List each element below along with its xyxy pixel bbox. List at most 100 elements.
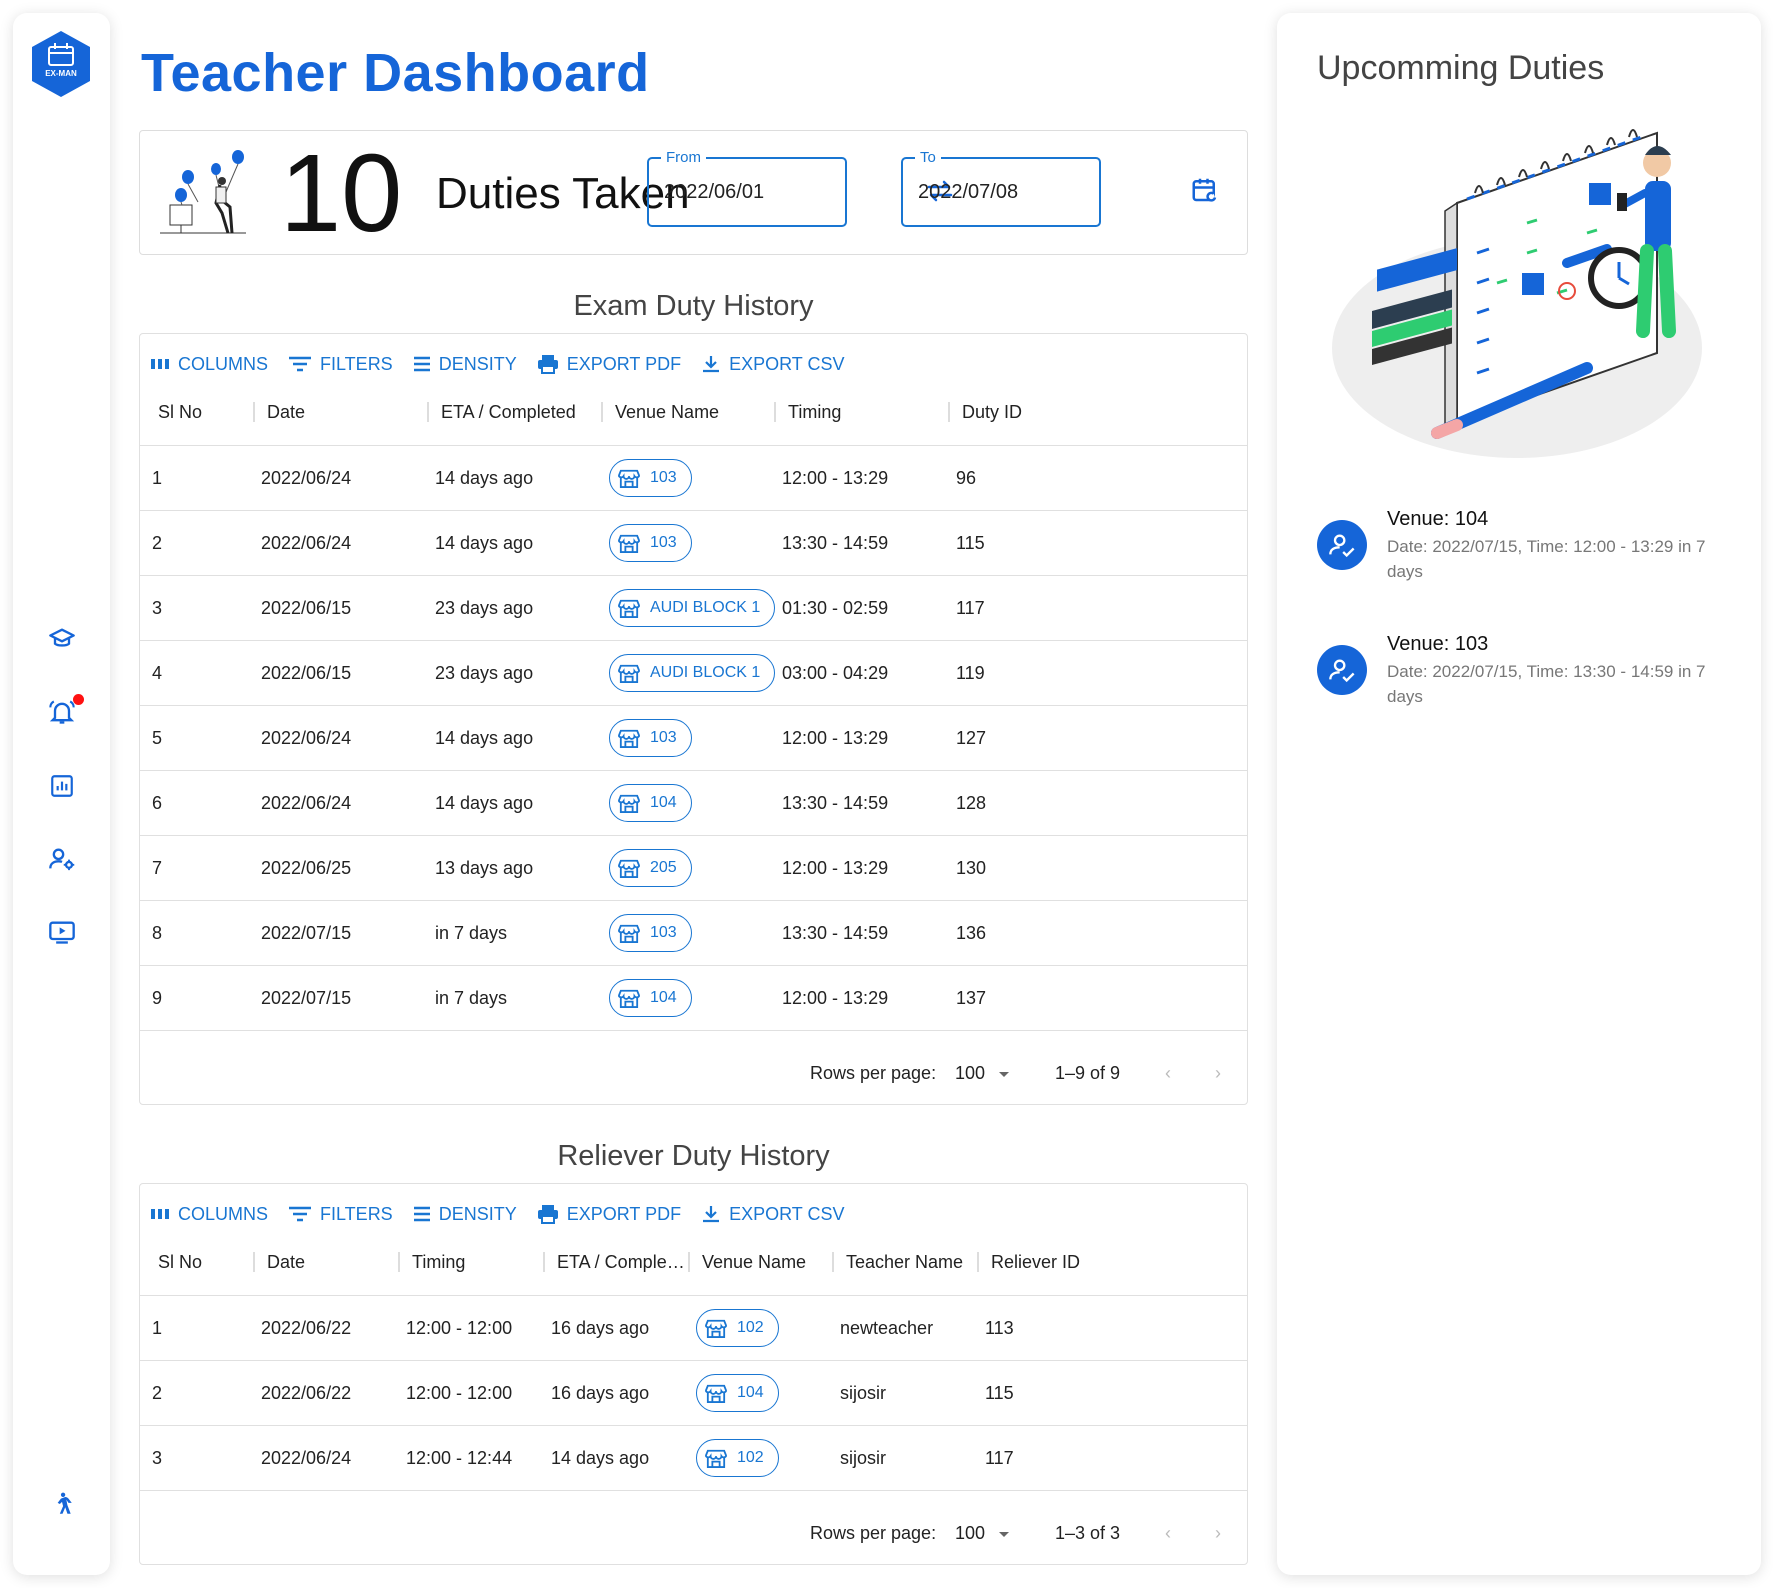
calendar-illustration — [1327, 103, 1707, 463]
column-header[interactable]: Venue Name — [702, 1252, 806, 1273]
column-header[interactable]: Teacher Name — [846, 1252, 963, 1273]
store-icon — [618, 859, 640, 878]
rows-per-page-select[interactable]: 100 — [955, 1063, 1010, 1084]
venue-chip[interactable]: 103 — [609, 719, 692, 757]
cell-eta: 14 days ago — [435, 468, 534, 488]
calendar-reset-icon[interactable] — [1190, 175, 1220, 205]
table-row[interactable]: 5 2022/06/24 14 days ago 103 12:00 - 13:29 12… — [140, 706, 1247, 771]
next-page-icon[interactable]: › — [1215, 1063, 1221, 1084]
video-play-icon[interactable] — [46, 916, 78, 948]
graduation-cap-icon[interactable] — [46, 623, 78, 655]
rows-per-page-select[interactable]: 100 — [955, 1523, 1010, 1544]
filters-button[interactable]: FILTERS — [288, 354, 393, 375]
density-button[interactable]: DENSITY — [413, 1204, 517, 1225]
venue-chip[interactable]: 103 — [609, 914, 692, 952]
column-separator[interactable] — [688, 1252, 690, 1272]
column-header[interactable]: Sl No — [158, 1252, 202, 1273]
cell-timing: 13:30 - 14:59 — [782, 923, 889, 943]
column-header[interactable]: Date — [267, 402, 305, 423]
cell-eta: 23 days ago — [435, 663, 534, 683]
density-button[interactable]: DENSITY — [413, 354, 517, 375]
table-row[interactable]: 9 2022/07/15 in 7 days 104 12:00 - 13:29 137 — [140, 966, 1247, 1031]
export-csv-button[interactable]: EXPORT CSV — [701, 354, 844, 375]
column-separator[interactable] — [543, 1252, 545, 1272]
columns-button[interactable]: COLUMNS — [150, 354, 268, 375]
to-value: 2022/07/08 — [918, 181, 1019, 203]
upcoming-duty-item[interactable]: Venue: 104 Date: 2022/07/15, Time: 12:00 … — [1317, 508, 1737, 588]
table-row[interactable]: 2 2022/06/24 14 days ago 103 13:30 - 14:59 11… — [140, 511, 1247, 576]
column-header[interactable]: Date — [267, 1252, 305, 1273]
export-pdf-button[interactable]: EXPORT PDF — [537, 354, 681, 375]
table-row[interactable]: 1 2022/06/22 12:00 - 12:00 16 days ago 102 ne… — [140, 1296, 1247, 1361]
venue-chip[interactable]: 103 — [609, 524, 692, 562]
grid-header-row: Sl No Date Timing ETA / Comple… Venue Name Te… — [140, 1232, 1247, 1296]
to-date-field[interactable]: To 2022/07/08 — [901, 149, 1101, 227]
export-pdf-button[interactable]: EXPORT PDF — [537, 1204, 681, 1225]
walking-person-icon[interactable] — [46, 1488, 78, 1520]
cell-eta: 14 days ago — [435, 533, 534, 553]
venue-chip[interactable]: 102 — [696, 1309, 779, 1347]
to-label: To — [915, 149, 941, 166]
venue-chip[interactable]: AUDI BLOCK 1 — [609, 654, 776, 692]
store-icon — [618, 924, 640, 943]
column-separator[interactable] — [398, 1252, 400, 1272]
prev-page-icon[interactable]: ‹ — [1165, 1063, 1171, 1084]
column-separator[interactable] — [774, 402, 776, 422]
column-header[interactable]: Timing — [788, 402, 841, 423]
venue-chip[interactable]: AUDI BLOCK 1 — [609, 589, 776, 627]
venue-chip[interactable]: 104 — [696, 1374, 779, 1412]
table-row[interactable]: 3 2022/06/15 23 days ago AUDI BLOCK 1 01:30 … — [140, 576, 1247, 641]
column-separator[interactable] — [832, 1252, 834, 1272]
cell-date: 2022/06/24 — [261, 468, 352, 488]
upcoming-venue: Venue: 103 — [1387, 633, 1489, 655]
column-header[interactable]: ETA / Comple… — [557, 1252, 685, 1273]
next-page-icon[interactable]: › — [1215, 1523, 1221, 1544]
ex-man-logo[interactable]: EX-MAN — [29, 29, 93, 99]
column-header[interactable]: Timing — [412, 1252, 465, 1273]
column-header[interactable]: Sl No — [158, 402, 202, 423]
table-row[interactable]: 4 2022/06/15 23 days ago AUDI BLOCK 1 03:00 … — [140, 641, 1247, 706]
store-icon — [618, 664, 640, 683]
upcoming-duty-item[interactable]: Venue: 103 Date: 2022/07/15, Time: 13:30 … — [1317, 633, 1737, 713]
table-row[interactable]: 1 2022/06/24 14 days ago 103 12:00 - 13:29 96 — [140, 446, 1247, 511]
export-csv-button[interactable]: EXPORT CSV — [701, 1204, 844, 1225]
venue-chip[interactable]: 102 — [696, 1439, 779, 1477]
notification-bell-icon[interactable] — [46, 694, 84, 728]
venue-chip[interactable]: 104 — [609, 979, 692, 1017]
table-row[interactable]: 2 2022/06/22 12:00 - 12:00 16 days ago 104 si… — [140, 1361, 1247, 1426]
duties-summary-card: 10 Duties Taken From 2022/06/01 To 2022/… — [139, 130, 1248, 255]
table-row[interactable]: 8 2022/07/15 in 7 days 103 13:30 - 14:59 136 — [140, 901, 1247, 966]
cell-eta: in 7 days — [435, 923, 508, 943]
prev-page-icon[interactable]: ‹ — [1165, 1523, 1171, 1544]
column-separator[interactable] — [253, 402, 255, 422]
from-date-field[interactable]: From 2022/06/01 — [647, 149, 847, 227]
column-header[interactable]: Venue Name — [615, 402, 719, 423]
column-separator[interactable] — [977, 1252, 979, 1272]
table-row[interactable]: 7 2022/06/25 13 days ago 205 12:00 - 13:29 13… — [140, 836, 1247, 901]
cell-eta: 14 days ago — [435, 793, 534, 813]
column-header[interactable]: Reliever ID — [991, 1252, 1080, 1273]
venue-chip[interactable]: 205 — [609, 849, 692, 887]
bar-chart-icon[interactable] — [46, 770, 78, 802]
cell-id: 117 — [956, 598, 985, 618]
venue-chip[interactable]: 103 — [609, 459, 692, 497]
venue-chip[interactable]: 104 — [609, 784, 692, 822]
column-separator[interactable] — [427, 402, 429, 422]
table-row[interactable]: 3 2022/06/24 12:00 - 12:44 14 days ago 102 si… — [140, 1426, 1247, 1491]
cell-sl: 3 — [152, 1448, 163, 1468]
store-icon — [618, 794, 640, 813]
column-separator[interactable] — [948, 402, 950, 422]
columns-button[interactable]: COLUMNS — [150, 1204, 268, 1225]
from-value: 2022/06/01 — [664, 181, 765, 203]
user-check-icon — [1317, 520, 1367, 570]
user-check-icon — [1317, 645, 1367, 695]
upcoming-duties-panel: Upcomming Duties Venue: 104 Date: 2022/0… — [1277, 13, 1761, 1575]
column-header[interactable]: Duty ID — [962, 402, 1022, 423]
column-separator[interactable] — [253, 1252, 255, 1272]
user-settings-icon[interactable] — [46, 843, 78, 875]
column-header[interactable]: ETA / Completed — [441, 402, 576, 423]
column-separator[interactable] — [601, 402, 603, 422]
filters-button[interactable]: FILTERS — [288, 1204, 393, 1225]
table-row[interactable]: 6 2022/06/24 14 days ago 104 13:30 - 14:59 12… — [140, 771, 1247, 836]
cell-timing: 12:00 - 12:00 — [406, 1318, 513, 1338]
